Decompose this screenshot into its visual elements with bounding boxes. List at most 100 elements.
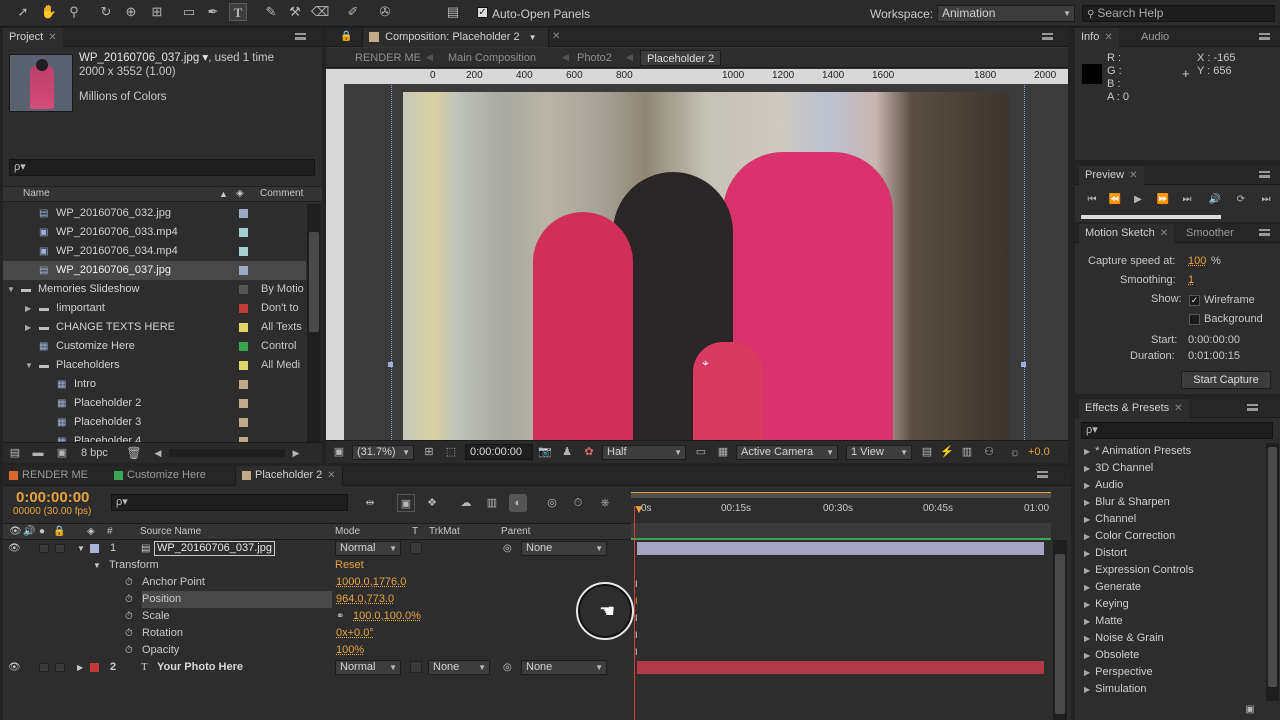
effects-category[interactable]: ▶ * Animation Presets bbox=[1084, 443, 1191, 460]
timeline-search-input[interactable]: ρ▾ bbox=[111, 494, 348, 511]
label-color-swatch[interactable] bbox=[239, 285, 248, 294]
disclosure-collapsed-icon[interactable]: ▶ bbox=[1084, 668, 1090, 677]
next-frame-icon[interactable]: ⏩ bbox=[1154, 191, 1172, 209]
effects-category[interactable]: ▶ Color Correction bbox=[1084, 528, 1175, 545]
ram-preview-icon[interactable]: ⏭ bbox=[1257, 191, 1275, 209]
keyframe-icon[interactable]: I bbox=[635, 610, 643, 627]
brush-tool-icon[interactable]: ✎ bbox=[262, 3, 280, 21]
panel-menu-icon[interactable] bbox=[1247, 404, 1258, 411]
preview-scroll-track[interactable] bbox=[1081, 215, 1221, 219]
solo-toggle[interactable] bbox=[39, 544, 49, 553]
snapshot-icon[interactable]: 📷 bbox=[536, 443, 554, 461]
transform-property-row[interactable]: ⏱ Scale ⚭ 100.0,100.0% bbox=[3, 608, 631, 625]
project-search-input[interactable]: ρ▾ bbox=[9, 159, 315, 176]
close-icon[interactable]: ✕ bbox=[1129, 170, 1137, 181]
disclosure-collapsed-icon[interactable]: ▶ bbox=[1084, 617, 1090, 626]
effects-scrollbar[interactable] bbox=[1266, 443, 1279, 701]
auto-keyframe-icon[interactable]: ⏱ bbox=[569, 494, 587, 512]
transform-property-row[interactable]: ⏱ Rotation 0x+0.0° bbox=[3, 625, 631, 642]
t-header[interactable]: T bbox=[412, 524, 418, 539]
project-list-item[interactable]: ▣ WP_20160706_033.mp4 bbox=[3, 223, 306, 242]
breadcrumb-photo2[interactable]: Photo2 bbox=[577, 52, 612, 64]
scroll-left-icon[interactable]: ◀ bbox=[149, 444, 167, 462]
project-list-item[interactable]: ▦ Intro bbox=[3, 375, 306, 394]
camera-orbit-icon[interactable]: ⊕ bbox=[122, 3, 140, 21]
disclosure-collapsed-icon[interactable]: ▶ bbox=[1084, 447, 1090, 456]
visibility-icon[interactable]: 👁 bbox=[8, 540, 21, 557]
disclosure-collapsed-icon[interactable]: ▶ bbox=[25, 318, 31, 337]
graph-editor-icon[interactable]: ⎈ bbox=[596, 494, 614, 512]
solo-toggle[interactable] bbox=[39, 663, 49, 672]
first-frame-icon[interactable]: ⏮ bbox=[1083, 191, 1101, 209]
constrain-proportions-icon[interactable]: ⚭ bbox=[336, 608, 344, 625]
view-layout-dropdown[interactable]: 1 View bbox=[846, 445, 912, 460]
lock-toggle[interactable] bbox=[55, 663, 65, 672]
close-icon[interactable]: ✕ bbox=[552, 31, 560, 42]
stopwatch-icon[interactable]: ⏱ bbox=[125, 642, 133, 659]
close-icon[interactable]: ✕ bbox=[48, 32, 56, 43]
stopwatch-icon[interactable]: ⏱ bbox=[125, 608, 133, 625]
timeline-scroll-thumb[interactable] bbox=[1055, 554, 1065, 714]
transform-property-row[interactable]: ⏱ Position 964.0,773.0 bbox=[3, 591, 631, 608]
disclosure-collapsed-icon[interactable]: ▶ bbox=[1084, 651, 1090, 660]
layer-1-duration-bar[interactable] bbox=[637, 542, 1044, 555]
disclosure-expanded-icon[interactable]: ▼ bbox=[25, 356, 33, 375]
background-checkbox[interactable] bbox=[1189, 314, 1200, 325]
project-list-item[interactable]: ▶ ▬ CHANGE TEXTS HERE All Texts bbox=[3, 318, 306, 337]
label-color-swatch[interactable] bbox=[239, 361, 248, 370]
layer-name[interactable]: WP_20160706_037.jpg bbox=[154, 541, 275, 556]
effects-category[interactable]: ▶ Matte bbox=[1084, 613, 1123, 630]
close-icon[interactable]: ✕ bbox=[1160, 228, 1168, 239]
blend-mode-dropdown[interactable]: Normal bbox=[335, 660, 401, 675]
breadcrumb-main-composition[interactable]: Main Composition bbox=[448, 52, 536, 64]
tab-project[interactable]: Project ✕ bbox=[3, 28, 63, 47]
trkmat-header[interactable]: TrkMat bbox=[429, 524, 460, 539]
shy-layers-icon[interactable]: ☁ bbox=[457, 494, 475, 512]
disclosure-collapsed-icon[interactable]: ▶ bbox=[1084, 685, 1090, 694]
flowchart-icon[interactable]: ⚇ bbox=[980, 443, 998, 461]
tab-customize-here[interactable]: Customize Here bbox=[108, 466, 212, 486]
timeline-scrollbar[interactable] bbox=[1053, 540, 1067, 720]
label-color-swatch[interactable] bbox=[239, 418, 248, 427]
label-color-swatch[interactable] bbox=[239, 228, 248, 237]
project-scroll-thumb[interactable] bbox=[309, 232, 319, 332]
live-update-icon[interactable]: ▣ bbox=[397, 494, 415, 512]
exposure-value[interactable]: +0.0 bbox=[1028, 446, 1050, 458]
tab-effects-presets[interactable]: Effects & Presets ✕ bbox=[1079, 399, 1189, 418]
label-color-swatch[interactable] bbox=[239, 304, 248, 313]
disclosure-collapsed-icon[interactable]: ▶ bbox=[1084, 634, 1090, 643]
search-help-input[interactable]: ⚲ Search Help bbox=[1082, 5, 1275, 22]
effects-category[interactable]: ▶ Noise & Grain bbox=[1084, 630, 1164, 647]
magnification-dropdown[interactable]: (31.7%) bbox=[352, 445, 414, 460]
disclosure-collapsed-icon[interactable]: ▶ bbox=[1084, 481, 1090, 490]
disclosure-collapsed-icon[interactable]: ▶ bbox=[1084, 498, 1090, 507]
motion-blur-icon[interactable]: ◐ bbox=[509, 494, 527, 512]
toggle-pixel-aspect-icon[interactable]: ▤ bbox=[918, 443, 936, 461]
prev-frame-icon[interactable]: ⏪ bbox=[1106, 191, 1124, 209]
label-color-swatch[interactable] bbox=[239, 399, 248, 408]
panel-menu-icon[interactable] bbox=[1259, 229, 1270, 236]
text-tool-icon[interactable]: T bbox=[229, 3, 247, 21]
timeline-timecode[interactable]: 0:00:00:00 bbox=[16, 489, 89, 506]
breadcrumb-placeholder-2[interactable]: Placeholder 2 bbox=[640, 50, 722, 66]
layer-label-swatch[interactable] bbox=[90, 544, 99, 553]
source-name-header[interactable]: Source Name bbox=[140, 524, 201, 539]
tab-placeholder-2[interactable]: Placeholder 2 ✕ bbox=[235, 466, 343, 486]
parent-dropdown[interactable]: None bbox=[521, 660, 607, 675]
roto-brush-icon[interactable]: ✐ bbox=[344, 3, 362, 21]
wireframe-checkbox[interactable]: ✓ bbox=[1189, 295, 1200, 306]
transform-group-row[interactable]: ▼ Transform Reset bbox=[3, 557, 631, 574]
panel-toggle-icon[interactable]: ▤ bbox=[444, 3, 462, 21]
current-time-indicator[interactable] bbox=[634, 506, 635, 720]
tab-render-me[interactable]: RENDER ME bbox=[3, 466, 94, 486]
stopwatch-icon[interactable]: ⏱ bbox=[125, 625, 133, 642]
label-color-swatch[interactable] bbox=[239, 266, 248, 275]
timeline-icon[interactable]: ▥ bbox=[958, 443, 976, 461]
parent-dropdown[interactable]: None bbox=[521, 541, 607, 556]
close-icon[interactable]: ✕ bbox=[1104, 32, 1112, 43]
effects-scroll-thumb[interactable] bbox=[1268, 447, 1277, 687]
tab-smoother[interactable]: Smoother bbox=[1180, 224, 1240, 243]
scroll-right-icon[interactable]: ▶ bbox=[287, 444, 305, 462]
property-value[interactable]: 964.0,773.0 bbox=[336, 591, 394, 608]
keyframe-icon[interactable]: I bbox=[635, 644, 643, 661]
